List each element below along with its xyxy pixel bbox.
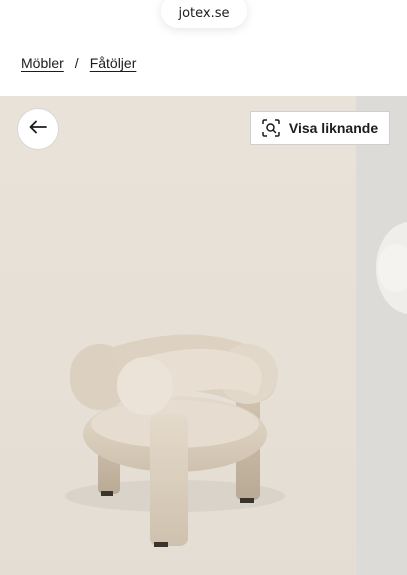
breadcrumb-link-mobler[interactable]: Möbler	[21, 55, 64, 71]
url-bar[interactable]: jotex.se	[161, 0, 247, 28]
visual-search-icon	[262, 119, 280, 137]
armchair-partial-image	[376, 222, 407, 314]
breadcrumb-link-fatoljer[interactable]: Fåtöljer	[90, 55, 137, 71]
show-similar-label: Visa liknande	[288, 120, 379, 136]
url-text: jotex.se	[178, 5, 230, 21]
product-image-gallery[interactable]	[0, 96, 407, 575]
breadcrumb: Möbler / Fåtöljer	[21, 55, 136, 71]
breadcrumb-separator: /	[74, 55, 79, 71]
armchair-image	[65, 334, 285, 547]
show-similar-button[interactable]: Visa liknande	[250, 111, 390, 145]
product-image-next[interactable]	[356, 96, 407, 575]
arrow-left-icon	[29, 120, 47, 139]
product-image-main[interactable]	[0, 96, 356, 575]
back-button[interactable]	[17, 108, 59, 150]
